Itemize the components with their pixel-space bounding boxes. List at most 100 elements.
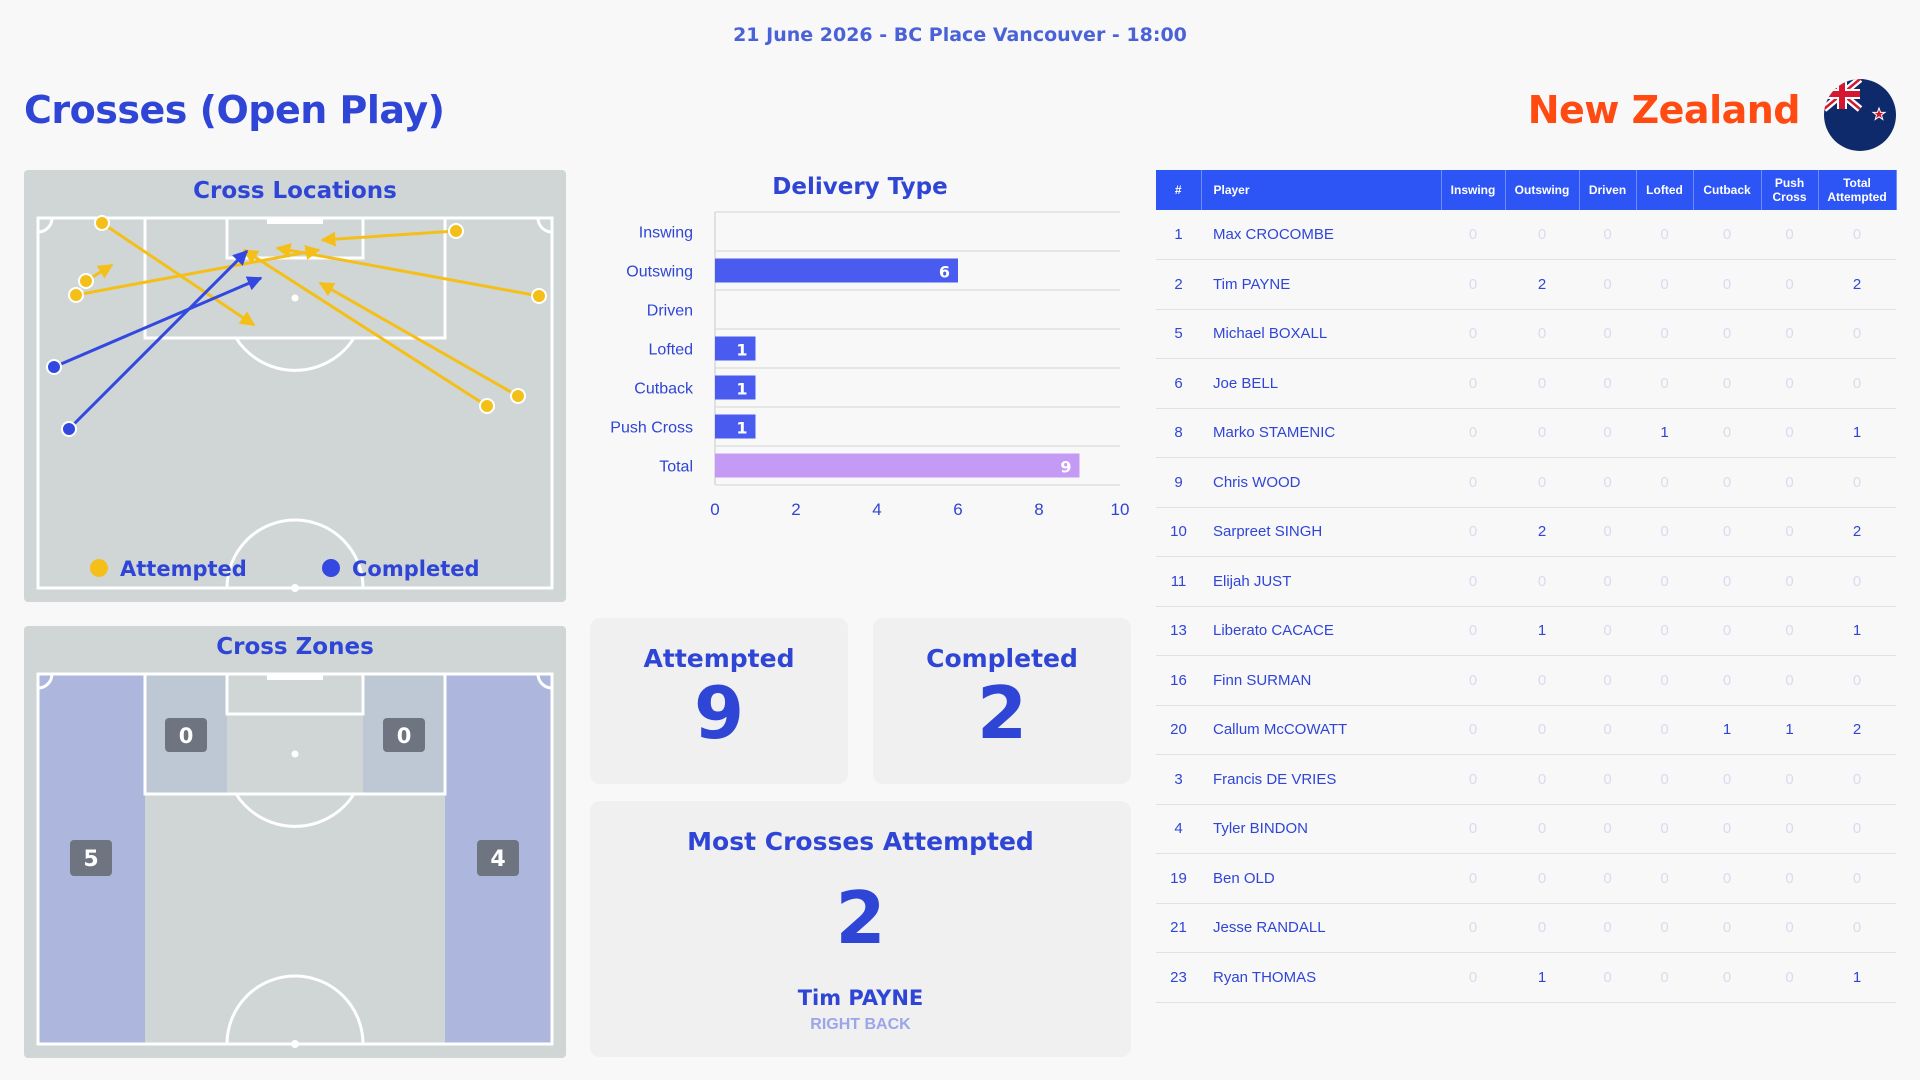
table-row[interactable]: 5 Michael BOXALL 0 0 0 0 0 0 0 [1156, 309, 1896, 359]
cell-player: Elijah JUST [1201, 556, 1441, 607]
table-row[interactable]: 9 Chris WOOD 0 0 0 0 0 0 0 [1156, 457, 1896, 508]
cell-outswing: 0 [1505, 853, 1579, 904]
header-player[interactable]: Player [1201, 170, 1442, 210]
cell-lofted: 1 [1636, 408, 1693, 458]
cell-inswing: 0 [1441, 556, 1505, 607]
zone-right-wide-count: 4 [490, 847, 505, 872]
cell-number: 23 [1156, 952, 1201, 1003]
header-cutback[interactable]: Cutback [1693, 170, 1762, 210]
cell-player: Chris WOOD [1201, 457, 1441, 508]
category-label: Lofted [649, 342, 693, 359]
cell-outswing: 1 [1505, 952, 1579, 1003]
x-tick-label: 10 [1111, 500, 1130, 519]
attempted-card: Attempted 9 [590, 618, 848, 784]
legend-completed-dot [322, 559, 340, 577]
header-total-attempted[interactable]: Total Attempted [1818, 170, 1897, 210]
most-crosses-card: Most Crosses Attempted 2 Tim PAYNE RIGHT… [590, 801, 1131, 1057]
cell-lofted: 0 [1636, 903, 1693, 953]
cell-lofted: 0 [1636, 952, 1693, 1003]
cell-driven: 0 [1579, 507, 1636, 557]
cell-player: Max CROCOMBE [1201, 210, 1441, 260]
bar-outswing[interactable] [715, 258, 958, 283]
header-number[interactable]: # [1156, 170, 1202, 210]
most-crosses-value: 2 [835, 876, 886, 960]
cell-cutback: 0 [1693, 952, 1761, 1003]
cell-total-attempted: 2 [1818, 705, 1896, 755]
cell-outswing: 0 [1505, 556, 1579, 607]
cell-driven: 0 [1579, 754, 1636, 805]
cell-driven: 0 [1579, 903, 1636, 953]
category-label: Outswing [626, 264, 693, 281]
cell-number: 21 [1156, 903, 1201, 953]
cell-total-attempted: 1 [1818, 606, 1896, 656]
cell-inswing: 0 [1441, 853, 1505, 904]
table-row[interactable]: 4 Tyler BINDON 0 0 0 0 0 0 0 [1156, 804, 1896, 854]
header-lofted[interactable]: Lofted [1636, 170, 1694, 210]
x-tick-label: 8 [1034, 500, 1043, 519]
most-crosses-player: Tim PAYNE [797, 986, 924, 1010]
bar-cutback[interactable] [715, 375, 756, 400]
cell-total-attempted: 0 [1818, 853, 1896, 904]
cell-push-cross: 1 [1761, 705, 1818, 755]
cross-attempted-1 [101, 221, 256, 327]
cross-locations-panel: Cross Locations Attempted Completed [24, 170, 566, 602]
legend-completed-label: Completed [352, 557, 480, 581]
table-row[interactable]: 23 Ryan THOMAS 0 1 0 0 0 0 1 [1156, 952, 1896, 1003]
cell-driven: 0 [1579, 457, 1636, 508]
cell-total-attempted: 1 [1818, 408, 1896, 458]
cell-cutback: 0 [1693, 210, 1761, 260]
cell-player: Sarpreet SINGH [1201, 507, 1441, 557]
table-row[interactable]: 11 Elijah JUST 0 0 0 0 0 0 0 [1156, 556, 1896, 607]
completed-label: Completed [926, 644, 1078, 673]
table-row[interactable]: 6 Joe BELL 0 0 0 0 0 0 0 [1156, 358, 1896, 409]
cell-total-attempted: 1 [1818, 952, 1896, 1003]
table-row[interactable]: 2 Tim PAYNE 0 2 0 0 0 0 2 [1156, 259, 1896, 310]
cell-push-cross: 0 [1761, 754, 1818, 805]
header-push-cross[interactable]: Push Cross [1761, 170, 1819, 210]
cell-number: 16 [1156, 655, 1201, 706]
cell-outswing: 0 [1505, 457, 1579, 508]
header-outswing[interactable]: Outswing [1505, 170, 1580, 210]
cell-total-attempted: 2 [1818, 507, 1896, 557]
cell-driven: 0 [1579, 259, 1636, 310]
legend-attempted-dot [90, 559, 108, 577]
cell-cutback: 0 [1693, 804, 1761, 854]
cell-push-cross: 0 [1761, 853, 1818, 904]
table-row[interactable]: 10 Sarpreet SINGH 0 2 0 0 0 0 2 [1156, 507, 1896, 557]
cell-inswing: 0 [1441, 804, 1505, 854]
cell-outswing: 0 [1505, 903, 1579, 953]
table-row[interactable]: 3 Francis DE VRIES 0 0 0 0 0 0 0 [1156, 754, 1896, 805]
cell-player: Michael BOXALL [1201, 309, 1441, 359]
table-row[interactable]: 16 Finn SURMAN 0 0 0 0 0 0 0 [1156, 655, 1896, 706]
cell-total-attempted: 0 [1818, 556, 1896, 607]
table-row[interactable]: 21 Jesse RANDALL 0 0 0 0 0 0 0 [1156, 903, 1896, 953]
cell-number: 4 [1156, 804, 1201, 854]
most-crosses-position: RIGHT BACK [810, 1016, 911, 1033]
header-driven[interactable]: Driven [1579, 170, 1637, 210]
cell-inswing: 0 [1441, 408, 1505, 458]
cell-number: 11 [1156, 556, 1201, 607]
bar-lofted[interactable] [715, 336, 756, 361]
cell-outswing: 0 [1505, 804, 1579, 854]
table-row[interactable]: 19 Ben OLD 0 0 0 0 0 0 0 [1156, 853, 1896, 904]
cell-inswing: 0 [1441, 358, 1505, 409]
cell-driven: 0 [1579, 309, 1636, 359]
table-row[interactable]: 8 Marko STAMENIC 0 0 0 1 0 0 1 [1156, 408, 1896, 458]
bar-push-cross[interactable] [715, 414, 756, 439]
cell-lofted: 0 [1636, 556, 1693, 607]
cell-outswing: 1 [1505, 606, 1579, 656]
table-row[interactable]: 20 Callum McCOWATT 0 0 0 0 1 1 2 [1156, 705, 1896, 755]
cross-locations-pitch: Attempted Completed [36, 215, 554, 592]
header-inswing[interactable]: Inswing [1441, 170, 1506, 210]
table-row[interactable]: 1 Max CROCOMBE 0 0 0 0 0 0 0 [1156, 210, 1896, 260]
table-row[interactable]: 13 Liberato CACACE 0 1 0 0 0 0 1 [1156, 606, 1896, 656]
cell-cutback: 1 [1693, 705, 1761, 755]
cell-total-attempted: 0 [1818, 655, 1896, 706]
cell-number: 9 [1156, 457, 1201, 508]
cell-push-cross: 0 [1761, 457, 1818, 508]
category-label: Inswing [639, 225, 693, 242]
completed-value: 2 [976, 671, 1028, 755]
category-label: Driven [647, 303, 693, 320]
cell-push-cross: 0 [1761, 309, 1818, 359]
bar-total[interactable] [715, 453, 1080, 478]
